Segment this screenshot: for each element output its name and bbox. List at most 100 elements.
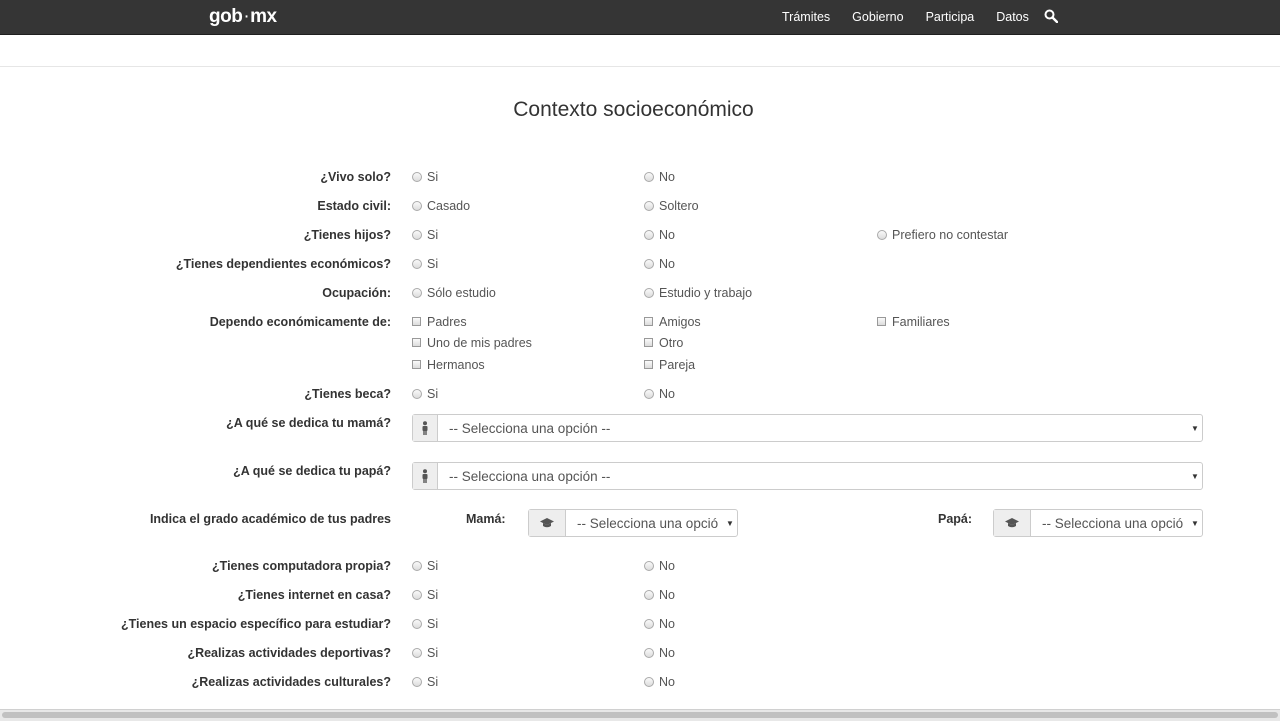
question-estado-civil-label: Estado civil: — [317, 199, 391, 213]
radio-button[interactable] — [877, 230, 887, 240]
deportivas-no-option[interactable]: No — [644, 646, 675, 660]
ocupacion-solo-estudio-option[interactable]: Sólo estudio — [412, 286, 496, 300]
nav-participa[interactable]: Participa — [926, 10, 975, 24]
computadora-si-option[interactable]: Si — [412, 559, 438, 573]
question-grado-label: Indica el grado académico de tus padres — [149, 512, 391, 526]
nav-datos[interactable]: Datos — [996, 10, 1029, 24]
scrollbar-thumb[interactable] — [2, 712, 1278, 718]
papa-occupation-select-value[interactable]: -- Selecciona una opción -- — [438, 463, 1188, 489]
checkbox[interactable] — [644, 337, 653, 347]
hijos-si-option[interactable]: Si — [412, 228, 438, 242]
deportivas-si-option[interactable]: Si — [412, 646, 438, 660]
radio-button[interactable] — [412, 201, 422, 211]
mama-occupation-select[interactable]: -- Selecciona una opción -- ▼ — [412, 414, 1203, 442]
dependientes-no-option[interactable]: No — [644, 257, 675, 271]
radio-button[interactable] — [644, 590, 654, 600]
grado-papa-select-value[interactable]: -- Selecciona una opció — [1031, 510, 1188, 536]
nav-tramites[interactable]: Trámites — [782, 10, 830, 24]
papa-occupation-select[interactable]: -- Selecciona una opción -- ▼ — [412, 462, 1203, 490]
radio-button[interactable] — [412, 172, 422, 182]
beca-si-option[interactable]: Si — [412, 387, 438, 401]
person-icon — [413, 415, 438, 441]
radio-button[interactable] — [644, 677, 654, 687]
estado-civil-casado-option[interactable]: Casado — [412, 199, 470, 213]
chevron-down-icon[interactable]: ▼ — [723, 510, 737, 536]
depende-hermanos-option[interactable]: Hermanos — [412, 358, 485, 372]
vivo-solo-si-option[interactable]: Si — [412, 170, 438, 184]
computadora-no-option[interactable]: No — [644, 559, 675, 573]
question-depende-label: Dependo económicamente de: — [209, 315, 391, 329]
radio-button[interactable] — [412, 259, 422, 269]
radio-button[interactable] — [412, 561, 422, 571]
person-icon — [413, 463, 438, 489]
grado-mama-select[interactable]: -- Selecciona una opció ▼ — [528, 509, 738, 537]
search-icon[interactable] — [1044, 9, 1060, 25]
logo-mx: mx — [250, 6, 277, 27]
espacio-no-option[interactable]: No — [644, 617, 675, 631]
chevron-down-icon[interactable]: ▼ — [1188, 510, 1202, 536]
question-espacio-label: ¿Tienes un espacio específico para estud… — [120, 617, 391, 631]
radio-button[interactable] — [644, 561, 654, 571]
gob-mx-logo[interactable]: gob·mx — [209, 6, 277, 28]
depende-amigos-option[interactable]: Amigos — [644, 315, 701, 329]
radio-button[interactable] — [644, 288, 654, 298]
graduation-cap-icon — [529, 510, 566, 536]
horizontal-scrollbar[interactable] — [0, 709, 1280, 721]
hijos-prefiero-no-contestar-option[interactable]: Prefiero no contestar — [877, 228, 1008, 242]
internet-si-option[interactable]: Si — [412, 588, 438, 602]
chevron-down-icon[interactable]: ▼ — [1188, 415, 1202, 441]
depende-pareja-option[interactable]: Pareja — [644, 358, 695, 372]
checkbox[interactable] — [412, 337, 421, 347]
chevron-down-icon[interactable]: ▼ — [1188, 463, 1202, 489]
espacio-si-option[interactable]: Si — [412, 617, 438, 631]
grado-papa-select[interactable]: -- Selecciona una opció ▼ — [993, 509, 1203, 537]
checkbox[interactable] — [877, 316, 886, 326]
question-computadora-label: ¿Tienes computadora propia? — [212, 559, 391, 573]
ocupacion-estudio-trabajo-option[interactable]: Estudio y trabajo — [644, 286, 752, 300]
grado-mama-label: Mamá: — [466, 512, 506, 526]
radio-button[interactable] — [412, 677, 422, 687]
vivo-solo-no-option[interactable]: No — [644, 170, 675, 184]
radio-button[interactable] — [644, 619, 654, 629]
header-divider — [0, 66, 1280, 67]
checkbox[interactable] — [644, 316, 653, 326]
page-title: Contexto socioeconómico — [513, 98, 754, 121]
radio-button[interactable] — [644, 230, 654, 240]
question-vivo-solo-label: ¿Vivo solo? — [320, 170, 391, 184]
culturales-si-option[interactable]: Si — [412, 675, 438, 689]
question-internet-label: ¿Tienes internet en casa? — [237, 588, 391, 602]
question-ocupacion-label: Ocupación: — [322, 286, 391, 300]
mama-occupation-select-value[interactable]: -- Selecciona una opción -- — [438, 415, 1188, 441]
checkbox[interactable] — [412, 359, 421, 369]
top-navbar: gob·mx Trámites Gobierno Participa Datos — [0, 0, 1280, 35]
radio-button[interactable] — [412, 389, 422, 399]
grado-mama-select-value[interactable]: -- Selecciona una opció — [566, 510, 723, 536]
radio-button[interactable] — [412, 230, 422, 240]
radio-button[interactable] — [412, 590, 422, 600]
radio-button[interactable] — [412, 619, 422, 629]
radio-button[interactable] — [644, 259, 654, 269]
radio-button[interactable] — [644, 648, 654, 658]
dependientes-si-option[interactable]: Si — [412, 257, 438, 271]
radio-button[interactable] — [644, 389, 654, 399]
depende-familiares-option[interactable]: Familiares — [877, 315, 950, 329]
culturales-no-option[interactable]: No — [644, 675, 675, 689]
hijos-no-option[interactable]: No — [644, 228, 675, 242]
question-papa-label: ¿A qué se dedica tu papá? — [233, 464, 391, 478]
depende-uno-de-mis-padres-option[interactable]: Uno de mis padres — [412, 336, 532, 350]
beca-no-option[interactable]: No — [644, 387, 675, 401]
radio-button[interactable] — [644, 201, 654, 211]
depende-otro-option[interactable]: Otro — [644, 336, 683, 350]
internet-no-option[interactable]: No — [644, 588, 675, 602]
grado-papa-label: Papá: — [938, 512, 973, 526]
radio-button[interactable] — [412, 648, 422, 658]
main-nav: Trámites Gobierno Participa Datos — [782, 0, 1051, 34]
nav-gobierno[interactable]: Gobierno — [852, 10, 903, 24]
checkbox[interactable] — [412, 316, 421, 326]
radio-button[interactable] — [412, 288, 422, 298]
radio-button[interactable] — [644, 172, 654, 182]
checkbox[interactable] — [644, 359, 653, 369]
question-beca-label: ¿Tienes beca? — [304, 387, 391, 401]
depende-padres-option[interactable]: Padres — [412, 315, 467, 329]
estado-civil-soltero-option[interactable]: Soltero — [644, 199, 699, 213]
